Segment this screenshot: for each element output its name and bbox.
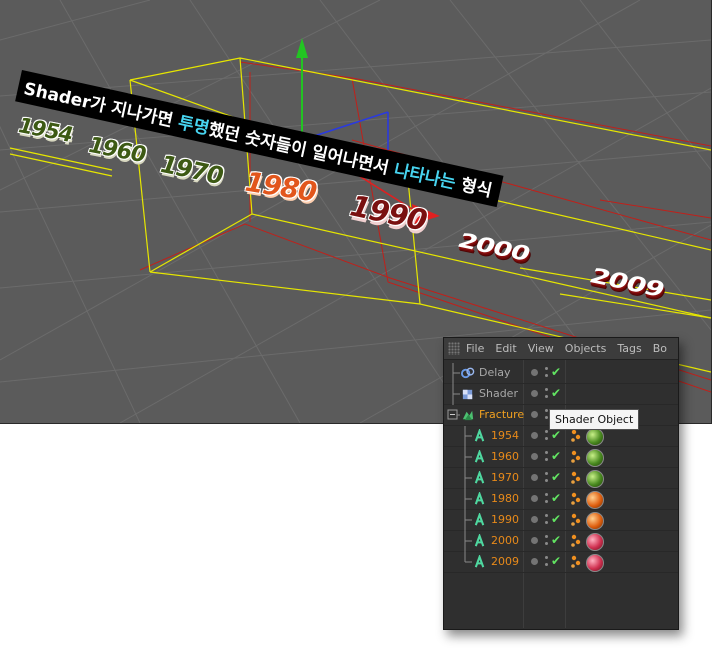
shader-effector-icon xyxy=(462,389,473,400)
object-name[interactable]: 1970 xyxy=(491,471,519,484)
object-manager-panel[interactable]: File Edit View Objects Tags Bo Delay ✔ Sha… xyxy=(443,337,679,630)
tooltip: Shader Object xyxy=(549,409,640,430)
object-name[interactable]: Delay xyxy=(479,366,511,379)
enabled-check-icon[interactable]: ✔ xyxy=(551,512,561,526)
menu-file[interactable]: File xyxy=(466,342,484,355)
object-name[interactable]: Shader xyxy=(479,387,518,400)
layer-dot[interactable] xyxy=(531,516,538,523)
object-row-2009[interactable]: 2009 ✔ xyxy=(444,552,678,573)
object-tree: Delay✔Shader✔Fracture✔1954✔1960✔1970✔198… xyxy=(444,363,678,573)
layer-dot[interactable] xyxy=(531,390,538,397)
material-tag-icon[interactable] xyxy=(586,428,604,446)
visibility-toggle[interactable] xyxy=(545,386,549,400)
menu-tags[interactable]: Tags xyxy=(617,342,641,355)
enabled-check-icon[interactable]: ✔ xyxy=(551,365,561,379)
selection-tag-icon[interactable] xyxy=(570,492,584,506)
selection-tag-icon[interactable] xyxy=(570,471,584,485)
object-name[interactable]: 2000 xyxy=(491,534,519,547)
visibility-toggle[interactable] xyxy=(545,449,549,463)
text-spline-icon xyxy=(474,555,485,568)
object-name[interactable]: 1954 xyxy=(491,429,519,442)
menu-bookmarks[interactable]: Bo xyxy=(653,342,667,355)
object-row-1990[interactable]: 1990 ✔ xyxy=(444,510,678,531)
menu-view[interactable]: View xyxy=(528,342,554,355)
object-name[interactable]: 1960 xyxy=(491,450,519,463)
layer-dot[interactable] xyxy=(531,495,538,502)
material-tag-icon[interactable] xyxy=(586,554,604,572)
text-spline-icon xyxy=(474,450,485,463)
enabled-check-icon[interactable]: ✔ xyxy=(551,554,561,568)
text-spline-icon xyxy=(474,513,485,526)
selection-tag-icon[interactable] xyxy=(570,534,584,548)
visibility-toggle[interactable] xyxy=(545,533,549,547)
material-tag-icon[interactable] xyxy=(586,512,604,530)
enabled-check-icon[interactable]: ✔ xyxy=(551,533,561,547)
menu-edit[interactable]: Edit xyxy=(495,342,516,355)
enabled-check-icon[interactable]: ✔ xyxy=(551,386,561,400)
visibility-toggle[interactable] xyxy=(545,491,549,505)
selection-tag-icon[interactable] xyxy=(570,429,584,443)
text-spline-icon xyxy=(474,492,485,505)
object-name[interactable]: 2009 xyxy=(491,555,519,568)
layer-dot[interactable] xyxy=(531,558,538,565)
enabled-check-icon[interactable]: ✔ xyxy=(551,449,561,463)
layer-dot[interactable] xyxy=(531,453,538,460)
object-name[interactable]: 1980 xyxy=(491,492,519,505)
visibility-toggle[interactable] xyxy=(545,554,549,568)
enabled-check-icon[interactable]: ✔ xyxy=(551,491,561,505)
visibility-toggle[interactable] xyxy=(545,512,549,526)
selection-tag-icon[interactable] xyxy=(570,555,584,569)
text-spline-icon xyxy=(474,429,485,442)
object-row-2000[interactable]: 2000 ✔ xyxy=(444,531,678,552)
visibility-toggle[interactable] xyxy=(545,365,549,379)
material-tag-icon[interactable] xyxy=(586,470,604,488)
material-tag-icon[interactable] xyxy=(586,449,604,467)
delay-effector-icon xyxy=(461,367,475,379)
selection-tag-icon[interactable] xyxy=(570,513,584,527)
object-manager-menubar: File Edit View Objects Tags Bo xyxy=(444,338,678,360)
object-name[interactable]: 1990 xyxy=(491,513,519,526)
enabled-check-icon[interactable]: ✔ xyxy=(551,428,561,442)
layer-dot[interactable] xyxy=(531,474,538,481)
object-row-1960[interactable]: 1960 ✔ xyxy=(444,447,678,468)
selection-tag-icon[interactable] xyxy=(570,450,584,464)
visibility-toggle[interactable] xyxy=(545,470,549,484)
layer-dot[interactable] xyxy=(531,432,538,439)
layer-dot[interactable] xyxy=(531,369,538,376)
material-tag-icon[interactable] xyxy=(586,533,604,551)
layer-dot[interactable] xyxy=(531,537,538,544)
caption-text: 형식 xyxy=(453,173,494,202)
object-name[interactable]: Fracture xyxy=(479,408,524,421)
fracture-object-icon xyxy=(462,410,474,421)
material-tag-icon[interactable] xyxy=(586,491,604,509)
layer-dot[interactable] xyxy=(531,411,538,418)
menu-objects[interactable]: Objects xyxy=(565,342,607,355)
text-spline-icon xyxy=(474,534,485,547)
object-row-1970[interactable]: 1970 ✔ xyxy=(444,468,678,489)
drag-grip-icon[interactable] xyxy=(448,342,460,355)
object-row-shader[interactable]: Shader ✔ xyxy=(444,384,678,405)
enabled-check-icon[interactable]: ✔ xyxy=(551,470,561,484)
text-spline-icon xyxy=(474,471,485,484)
caption-highlight: 투명 xyxy=(176,113,211,140)
object-row-1980[interactable]: 1980 ✔ xyxy=(444,489,678,510)
visibility-toggle[interactable] xyxy=(545,428,549,442)
object-row-delay[interactable]: Delay ✔ xyxy=(444,363,678,384)
